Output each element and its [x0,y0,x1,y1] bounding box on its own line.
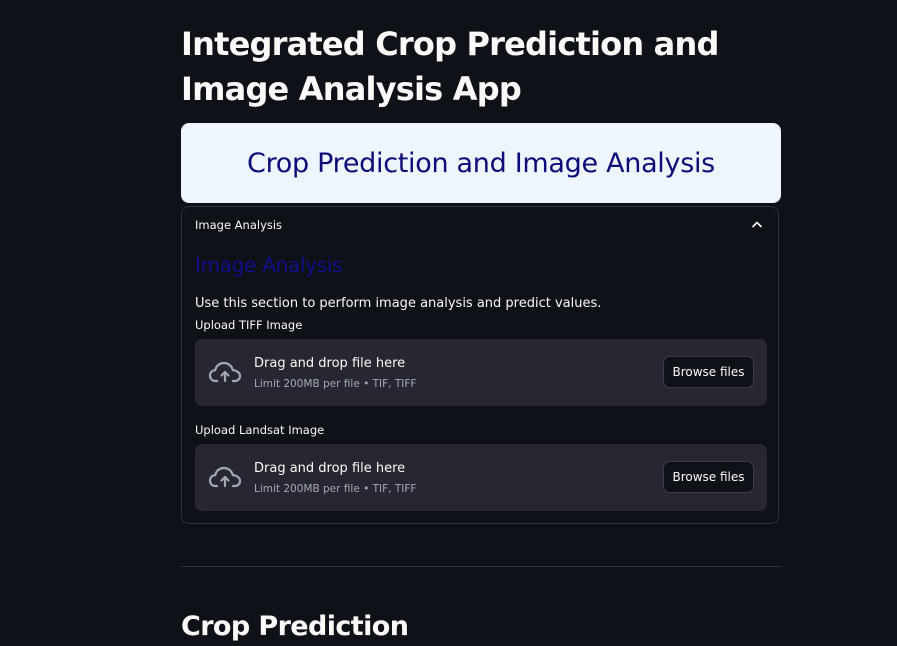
crop-prediction-heading: Crop Prediction [181,611,409,642]
banner: Crop Prediction and Image Analysis [181,123,781,203]
page-title: Integrated Crop Prediction and Image Ana… [181,25,719,108]
banner-title: Crop Prediction and Image Analysis [247,147,715,179]
section-description: Use this section to perform image analys… [195,296,602,311]
landsat-uploader-label: Upload Landsat Image [195,423,325,437]
tiff-uploader-label: Upload TIFF Image [195,318,303,332]
chevron-up-icon[interactable] [752,220,762,228]
dropzone-title: Drag and drop file here [254,461,406,476]
expander-label: Image Analysis [195,218,283,232]
expander-header[interactable]: Image Analysis [182,207,780,243]
divider [181,566,781,567]
landsat-dropzone[interactable]: Drag and drop file here Limit 200MB per … [195,444,767,511]
tiff-dropzone[interactable]: Drag and drop file here Limit 200MB per … [195,339,767,406]
browse-files-button[interactable]: Browse files [663,461,754,493]
cloud-upload-icon [208,466,242,488]
section-heading: Image Analysis [195,253,343,277]
dropzone-limit: Limit 200MB per file • TIF, TIFF [254,378,417,390]
dropzone-limit: Limit 200MB per file • TIF, TIFF [254,483,417,495]
dropzone-title: Drag and drop file here [254,356,406,371]
cloud-upload-icon [208,361,242,383]
image-analysis-expander: Image Analysis Image Analysis Use this s… [181,206,779,524]
browse-files-button[interactable]: Browse files [663,356,754,388]
